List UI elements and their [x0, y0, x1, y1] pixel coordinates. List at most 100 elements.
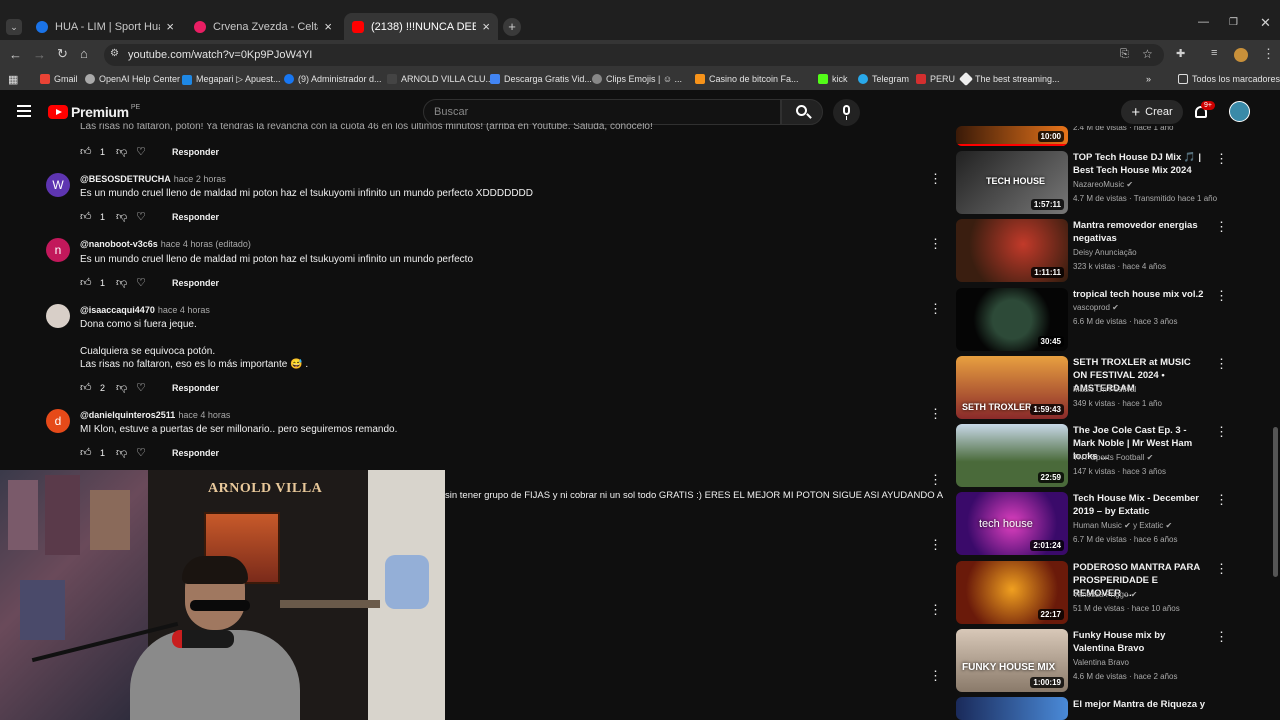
- video-title[interactable]: Funky House mix by Valentina Bravo: [1073, 629, 1207, 655]
- like-icon[interactable]: 👍︎: [80, 446, 100, 459]
- channel-name[interactable]: Human Music: [1073, 521, 1122, 530]
- comment-menu-icon[interactable]: ⋮: [929, 538, 942, 552]
- bookmark-telegram[interactable]: Telegram: [858, 74, 909, 84]
- video-channel[interactable]: Music On Festival: [1073, 385, 1137, 394]
- tab-close-icon[interactable]: ×: [166, 19, 174, 34]
- search-input[interactable]: Buscar: [423, 99, 781, 125]
- video-channel[interactable]: TNT Sports Football ✔: [1073, 453, 1153, 462]
- heart-icon[interactable]: ♡: [136, 276, 156, 289]
- video-thumbnail-9[interactable]: [956, 697, 1068, 720]
- avatar[interactable]: W: [46, 173, 70, 197]
- video-channel[interactable]: Vanessa Friggo ✔: [1073, 590, 1137, 599]
- video-thumbnail-6[interactable]: tech house 2:01:24: [956, 492, 1068, 555]
- url-text[interactable]: youtube.com/watch?v=0Kp9PJoW4YI: [128, 49, 312, 61]
- dislike-icon[interactable]: 👎︎: [116, 145, 136, 158]
- comment-menu-icon[interactable]: ⋮: [929, 407, 942, 421]
- author-handle[interactable]: @BESOSDETRUCHA: [80, 174, 171, 184]
- comment-menu-icon[interactable]: ⋮: [929, 302, 942, 316]
- dislike-icon[interactable]: 👎︎: [116, 276, 136, 289]
- video-title[interactable]: TOP Tech House DJ Mix 🎵 | Best Tech Hous…: [1073, 151, 1207, 177]
- avatar[interactable]: n: [46, 238, 70, 262]
- comment-menu-icon[interactable]: ⋮: [929, 603, 942, 617]
- dislike-icon[interactable]: 👎︎: [116, 446, 136, 459]
- like-icon[interactable]: 👍︎: [80, 276, 100, 289]
- reply-button[interactable]: Responder: [172, 212, 219, 222]
- comment-time[interactable]: hace 2 horas: [174, 174, 226, 184]
- bookmark-openai[interactable]: OpenAI Help Center: [85, 74, 180, 84]
- video-thumbnail-7[interactable]: 22:17: [956, 561, 1068, 624]
- close-window-icon[interactable]: ✕: [1260, 15, 1271, 31]
- video-channel[interactable]: Valentina Bravo: [1073, 658, 1129, 667]
- comment-menu-icon[interactable]: ⋮: [929, 237, 942, 251]
- video-thumbnail-8[interactable]: FUNKY HOUSE MIX 1:00:19: [956, 629, 1068, 692]
- hamburger-menu-icon[interactable]: [17, 105, 31, 117]
- scrollbar-thumb[interactable]: [1273, 427, 1278, 577]
- bookmark-meta-admin[interactable]: (9) Administrador d...: [284, 74, 382, 84]
- reply-button[interactable]: Responder: [172, 278, 219, 288]
- video-thumbnail-4[interactable]: SETH TROXLER 1:59:43: [956, 356, 1068, 419]
- browser-tab-3-active[interactable]: (2138) !!!NUNCA DEBI JUNTAR ×: [344, 13, 498, 40]
- video-menu-icon[interactable]: ⋮: [1215, 425, 1228, 439]
- bookmark-star-icon[interactable]: ☆: [1142, 47, 1153, 61]
- video-channel[interactable]: Human Music ✔ y Extatic ✔: [1073, 521, 1172, 530]
- heart-icon[interactable]: ♡: [136, 446, 156, 459]
- comment-author[interactable]: @BESOSDETRUCHA hace 2 horas: [80, 174, 226, 184]
- forward-icon[interactable]: →: [33, 47, 46, 62]
- minimize-icon[interactable]: —: [1198, 16, 1209, 28]
- comment-author[interactable]: @isaaccaqui4470 hace 4 horas: [80, 305, 210, 315]
- author-handle[interactable]: @nanoboot-v3c6s: [80, 239, 158, 249]
- home-icon[interactable]: ⌂: [80, 46, 88, 61]
- channel-name[interactable]: NazareoMusic: [1073, 180, 1124, 189]
- dislike-icon[interactable]: 👎︎: [116, 210, 136, 223]
- apps-grid-icon[interactable]: ▦: [8, 73, 18, 86]
- video-menu-icon[interactable]: [1215, 126, 1221, 132]
- video-menu-icon[interactable]: ⋮: [1215, 562, 1228, 576]
- back-icon[interactable]: ←: [9, 47, 22, 62]
- comment-time[interactable]: hace 4 horas (editado): [161, 239, 251, 249]
- install-app-icon[interactable]: ⎘: [1120, 48, 1129, 61]
- voice-search-button[interactable]: [833, 99, 860, 126]
- reply-button[interactable]: Responder: [172, 448, 219, 458]
- page-scrollbar[interactable]: [1272, 97, 1280, 720]
- comment-menu-icon[interactable]: ⋮: [929, 473, 942, 487]
- youtube-logo[interactable]: Premium PE: [48, 104, 140, 120]
- comment-time[interactable]: hace 4 horas: [178, 410, 230, 420]
- video-thumbnail-1[interactable]: TECH HOUSE 1:57:11: [956, 151, 1068, 214]
- bookmark-peru[interactable]: PERU: [916, 74, 955, 84]
- video-menu-icon[interactable]: ⋮: [1215, 630, 1228, 644]
- new-tab-button[interactable]: +: [503, 18, 521, 36]
- account-avatar[interactable]: [1229, 101, 1250, 122]
- video-title[interactable]: Tech House Mix - December 2019 – by Exta…: [1073, 492, 1207, 518]
- tab-close-icon[interactable]: ×: [482, 19, 490, 34]
- video-menu-icon[interactable]: ⋮: [1215, 493, 1228, 507]
- tab-close-icon[interactable]: ×: [324, 19, 332, 34]
- video-thumbnail-3[interactable]: 30:45: [956, 288, 1068, 351]
- comment-author[interactable]: @danielquinteros2511 hace 4 horas: [80, 410, 230, 420]
- reading-list-icon[interactable]: ≡: [1211, 47, 1217, 59]
- video-channel[interactable]: vascoprod ✔: [1073, 303, 1119, 312]
- video-channel[interactable]: Deisy Anunciação: [1073, 248, 1137, 257]
- search-button[interactable]: [781, 99, 823, 125]
- notifications-button[interactable]: 9+: [1193, 101, 1215, 122]
- video-menu-icon[interactable]: ⋮: [1215, 357, 1228, 371]
- comment-time[interactable]: hace 4 horas: [158, 305, 210, 315]
- channel-name-2[interactable]: y Extatic: [1133, 521, 1163, 530]
- dislike-icon[interactable]: 👎︎: [116, 381, 136, 394]
- author-handle[interactable]: @isaaccaqui4470: [80, 305, 155, 315]
- avatar[interactable]: [46, 304, 70, 328]
- bookmark-streaming[interactable]: The best streaming...: [958, 71, 1060, 87]
- author-handle[interactable]: @danielquinteros2511: [80, 410, 175, 420]
- video-menu-icon[interactable]: ⋮: [1215, 152, 1228, 166]
- like-icon[interactable]: 👍︎: [80, 145, 100, 158]
- avatar[interactable]: d: [46, 409, 70, 433]
- video-thumbnail-5[interactable]: 22:59: [956, 424, 1068, 487]
- heart-icon[interactable]: ♡: [136, 381, 156, 394]
- bookmark-megapari[interactable]: Megapari ▷ Apuest...: [182, 74, 280, 85]
- extensions-icon[interactable]: ✚: [1176, 47, 1185, 60]
- browser-tab-1[interactable]: HUA - LIM | Sport Huancayo vs ×: [28, 13, 182, 40]
- video-title[interactable]: Mantra removedor energias negativas: [1073, 219, 1207, 245]
- more-bookmarks-icon[interactable]: »: [1146, 74, 1151, 84]
- reload-icon[interactable]: ↻: [57, 46, 68, 62]
- video-thumbnail-0[interactable]: 10:00: [956, 126, 1068, 146]
- comment-author[interactable]: @nanoboot-v3c6s hace 4 horas (editado): [80, 239, 251, 249]
